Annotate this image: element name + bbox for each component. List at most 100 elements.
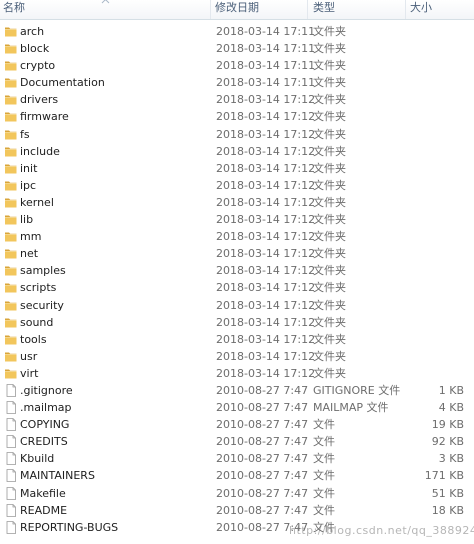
file-row[interactable]: .gitignore 2010-08-27 7:47 GITIGNORE 文件 1 K… [0,382,474,399]
file-date-modified: 2018-03-14 17:12 [216,298,316,312]
file-date-modified: 2010-08-27 7:47 [216,401,309,415]
file-type: 文件夹 [313,25,346,38]
folder-icon [4,110,18,123]
file-size: 1 KB [438,383,464,397]
file-type: 文件夹 [313,110,346,124]
column-header-size[interactable]: 大小 [406,0,474,19]
column-header-name[interactable]: 名称 [0,0,211,19]
file-row[interactable]: samples 2018-03-14 17:12 文件夹 [0,262,474,279]
folder-icon [4,367,18,380]
file-row[interactable]: CREDITS 2010-08-27 7:47 文件 92 KB [0,433,474,450]
file-name: samples [20,264,66,278]
file-row[interactable]: ipc 2018-03-14 17:12 文件夹 [0,177,474,194]
file-name: CREDITS [20,435,68,449]
file-type: 文件夹 [313,264,346,278]
file-row[interactable]: COPYING 2010-08-27 7:47 文件 19 KB [0,416,474,433]
file-row[interactable]: block 2018-03-14 17:11 文件夹 [0,40,474,57]
file-date-modified: 2010-08-27 7:47 [216,435,309,449]
file-row[interactable]: Kbuild 2010-08-27 7:47 文件 3 KB [0,450,474,467]
file-date-modified: 2018-03-14 17:12 [216,247,316,261]
folder-icon [4,230,18,243]
file-row[interactable]: net 2018-03-14 17:12 文件夹 [0,245,474,262]
file-name: kernel [20,195,54,209]
file-row[interactable]: MAINTAINERS 2010-08-27 7:47 文件 171 KB [0,467,474,484]
file-icon [4,452,18,466]
file-date-modified: 2010-08-27 7:47 [216,503,309,517]
file-date-modified: 2018-03-14 17:12 [216,230,316,244]
file-icon [4,469,18,483]
file-name: net [20,247,39,261]
file-name: Documentation [20,76,105,90]
file-type: 文件夹 [313,315,346,329]
file-row[interactable]: .mailmap 2010-08-27 7:47 MAILMAP 文件 4 KB [0,399,474,416]
file-name: include [20,144,60,158]
file-list: arch 2018-03-14 17:11 文件夹 block 2018-03-14 1… [0,23,474,536]
file-date-modified: 2018-03-14 17:12 [216,127,316,141]
file-row[interactable]: init 2018-03-14 17:12 文件夹 [0,160,474,177]
file-name: sound [20,315,54,329]
file-row[interactable]: arch 2018-03-14 17:11 文件夹 [0,23,474,40]
column-header-type[interactable]: 类型 [308,0,406,19]
file-type: 文件 [313,486,335,500]
file-date-modified: 2018-03-14 17:12 [216,281,316,295]
file-row[interactable]: mm 2018-03-14 17:12 文件夹 [0,228,474,245]
file-type: 文件夹 [313,59,346,73]
file-icon [4,418,18,432]
file-date-modified: 2018-03-14 17:12 [216,110,316,124]
file-date-modified: 2018-03-14 17:11 [216,59,316,73]
file-row[interactable]: security 2018-03-14 17:12 文件夹 [0,297,474,314]
file-name: scripts [20,281,57,295]
folder-icon [4,264,18,277]
file-name: init [20,161,38,175]
file-date-modified: 2018-03-14 17:12 [216,195,316,209]
file-row[interactable]: virt 2018-03-14 17:12 文件夹 [0,365,474,382]
file-row[interactable]: Makefile 2010-08-27 7:47 文件 51 KB [0,485,474,502]
folder-icon [4,213,18,226]
column-header-date-modified[interactable]: 修改日期 [211,0,308,19]
file-type: 文件夹 [313,349,346,363]
file-type: 文件夹 [313,127,346,141]
file-type: 文件 [313,503,335,517]
file-row[interactable]: firmware 2018-03-14 17:12 文件夹 [0,108,474,125]
file-row[interactable]: drivers 2018-03-14 17:12 文件夹 [0,91,474,108]
file-name: lib [20,213,34,227]
file-date-modified: 2010-08-27 7:47 [216,452,309,466]
file-type: 文件 [313,418,335,432]
file-name: fs [20,127,30,141]
file-name: Kbuild [20,452,55,466]
file-row[interactable]: include 2018-03-14 17:12 文件夹 [0,143,474,160]
file-row[interactable]: crypto 2018-03-14 17:11 文件夹 [0,57,474,74]
file-row[interactable]: Documentation 2018-03-14 17:11 文件夹 [0,74,474,91]
file-row[interactable]: scripts 2018-03-14 17:12 文件夹 [0,279,474,296]
file-size: 4 KB [438,401,464,415]
file-row[interactable]: fs 2018-03-14 17:12 文件夹 [0,126,474,143]
file-type: GITIGNORE 文件 [313,383,401,397]
file-type: 文件夹 [313,332,346,346]
file-date-modified: 2010-08-27 7:47 [216,486,309,500]
file-date-modified: 2018-03-14 17:12 [216,349,316,363]
file-name: COPYING [20,418,70,432]
file-date-modified: 2018-03-14 17:12 [216,332,316,346]
file-date-modified: 2018-03-14 17:12 [216,178,316,192]
file-row[interactable]: lib 2018-03-14 17:12 文件夹 [0,211,474,228]
file-icon [4,486,18,500]
file-name: drivers [20,93,59,107]
file-size: 18 KB [431,503,464,517]
file-size: 51 KB [431,486,464,500]
file-name: arch [20,25,45,38]
file-date-modified: 2018-03-14 17:12 [216,213,316,227]
file-row[interactable]: usr 2018-03-14 17:12 文件夹 [0,348,474,365]
file-name: security [20,298,64,312]
file-row[interactable]: README 2010-08-27 7:47 文件 18 KB [0,502,474,519]
folder-icon [4,247,18,260]
file-name: virt [20,366,39,380]
file-type: 文件夹 [313,161,346,175]
folder-icon [4,25,18,38]
file-type: 文件夹 [313,230,346,244]
folder-icon [4,281,18,294]
file-row[interactable]: kernel 2018-03-14 17:12 文件夹 [0,194,474,211]
file-type: 文件夹 [313,76,346,90]
file-row[interactable]: sound 2018-03-14 17:12 文件夹 [0,314,474,331]
file-type: 文件夹 [313,281,346,295]
file-row[interactable]: tools 2018-03-14 17:12 文件夹 [0,331,474,348]
